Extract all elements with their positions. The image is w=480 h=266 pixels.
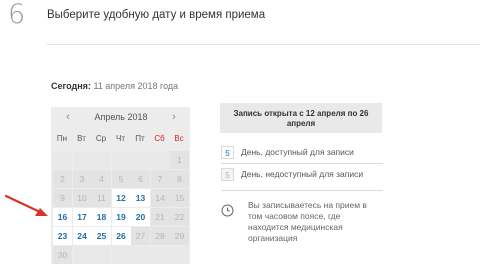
legend-divider-bottom xyxy=(221,190,383,191)
calendar-day-unavailable: 8 xyxy=(170,170,189,188)
today-label: Сегодня: xyxy=(51,81,91,91)
chevron-right-icon[interactable]: › xyxy=(167,110,181,124)
step-number: 6 xyxy=(8,0,26,30)
calendar-day-available[interactable]: 26 xyxy=(111,227,131,245)
annotation-arrow xyxy=(4,194,48,216)
booking-period-box: Запись открыта с 12 апреля по 26 апреля xyxy=(220,103,382,133)
step-title: Выберите удобную дату и время приема xyxy=(47,9,266,21)
calendar-empty-cell xyxy=(150,246,170,264)
calendar-empty-cell xyxy=(92,246,111,264)
calendar-day-unavailable: 27 xyxy=(131,227,150,245)
today-value: 11 апреля 2018 года xyxy=(93,81,179,91)
calendar-empty-cell xyxy=(111,246,131,264)
calendar-day-unavailable: 6 xyxy=(131,170,150,188)
calendar-day-available[interactable]: 13 xyxy=(131,189,150,207)
legend-unavailable-swatch: 5 xyxy=(221,168,234,181)
calendar: ‹ Апрель 2018 › Пн Вт Ср Чт Пт Сб Вс 123456789… xyxy=(51,107,190,264)
timezone-note: Вы записываетесь на прием в том часовом … xyxy=(248,200,367,243)
calendar-empty-cell xyxy=(92,151,111,169)
calendar-day-unavailable: 1 xyxy=(170,151,189,169)
calendar-day-unavailable: 15 xyxy=(170,189,189,207)
calendar-day-unavailable: 7 xyxy=(150,170,170,188)
calendar-empty-cell xyxy=(131,151,150,169)
calendar-day-unavailable: 4 xyxy=(92,170,111,188)
calendar-day-available[interactable]: 18 xyxy=(92,208,111,226)
calendar-day-available[interactable]: 25 xyxy=(92,227,111,245)
calendar-day-unavailable: 2 xyxy=(53,170,72,188)
calendar-day-available[interactable]: 24 xyxy=(72,227,92,245)
calendar-header: ‹ Апрель 2018 › xyxy=(51,107,190,129)
calendar-day-unavailable: 10 xyxy=(72,189,92,207)
section-divider xyxy=(47,44,480,45)
calendar-empty-cell xyxy=(72,246,92,264)
chevron-left-icon[interactable]: ‹ xyxy=(61,110,75,124)
weekday-label: Вт xyxy=(77,134,86,143)
legend-unavailable: 5 День, недоступный для записи xyxy=(221,168,386,182)
weekday-label: Ср xyxy=(95,134,107,143)
calendar-empty-cell xyxy=(53,151,72,169)
calendar-month-label: Апрель 2018 xyxy=(94,112,148,122)
calendar-day-available[interactable]: 19 xyxy=(111,208,131,226)
calendar-day-unavailable: 14 xyxy=(150,189,170,207)
calendar-day-unavailable: 21 xyxy=(150,208,170,226)
calendar-day-unavailable: 5 xyxy=(111,170,131,188)
weekday-label: Чт xyxy=(116,134,125,143)
calendar-day-unavailable: 28 xyxy=(150,227,170,245)
clock-icon xyxy=(221,204,234,217)
today-row: Сегодня: 11 апреля 2018 года xyxy=(51,81,178,91)
legend-divider xyxy=(221,163,383,164)
calendar-day-available[interactable]: 12 xyxy=(111,189,131,207)
calendar-day-unavailable: 3 xyxy=(72,170,92,188)
calendar-day-available[interactable]: 20 xyxy=(131,208,150,226)
calendar-day-unavailable: 11 xyxy=(92,189,111,207)
weekday-label: Сб xyxy=(154,134,165,143)
weekday-label: Пн xyxy=(56,134,68,143)
legend-available: 5 День, доступный для записи xyxy=(221,146,386,160)
calendar-grid: 1 2 3 4 5 6 7 8 9 10 11 12 13 14 15 16 17 18 19 20 21 22 23 24 2… xyxy=(53,151,190,264)
calendar-empty-cell xyxy=(111,151,131,169)
calendar-empty-cell xyxy=(131,246,150,264)
legend-available-text: День, доступный для записи xyxy=(241,147,354,157)
calendar-day-unavailable: 22 xyxy=(170,208,189,226)
calendar-day-available[interactable]: 17 xyxy=(72,208,92,226)
weekday-label: Пт xyxy=(135,134,145,143)
calendar-empty-cell xyxy=(150,151,170,169)
legend-available-swatch: 5 xyxy=(221,146,234,159)
calendar-empty-cell xyxy=(72,151,92,169)
calendar-day-unavailable: 30 xyxy=(53,246,72,264)
weekday-label: Вс xyxy=(174,134,184,143)
legend-unavailable-text: День, недоступный для записи xyxy=(241,169,364,179)
calendar-weekdays: Пн Вт Ср Чт Пт Сб Вс xyxy=(51,134,190,146)
calendar-empty-cell xyxy=(170,246,189,264)
calendar-day-unavailable: 29 xyxy=(170,227,189,245)
